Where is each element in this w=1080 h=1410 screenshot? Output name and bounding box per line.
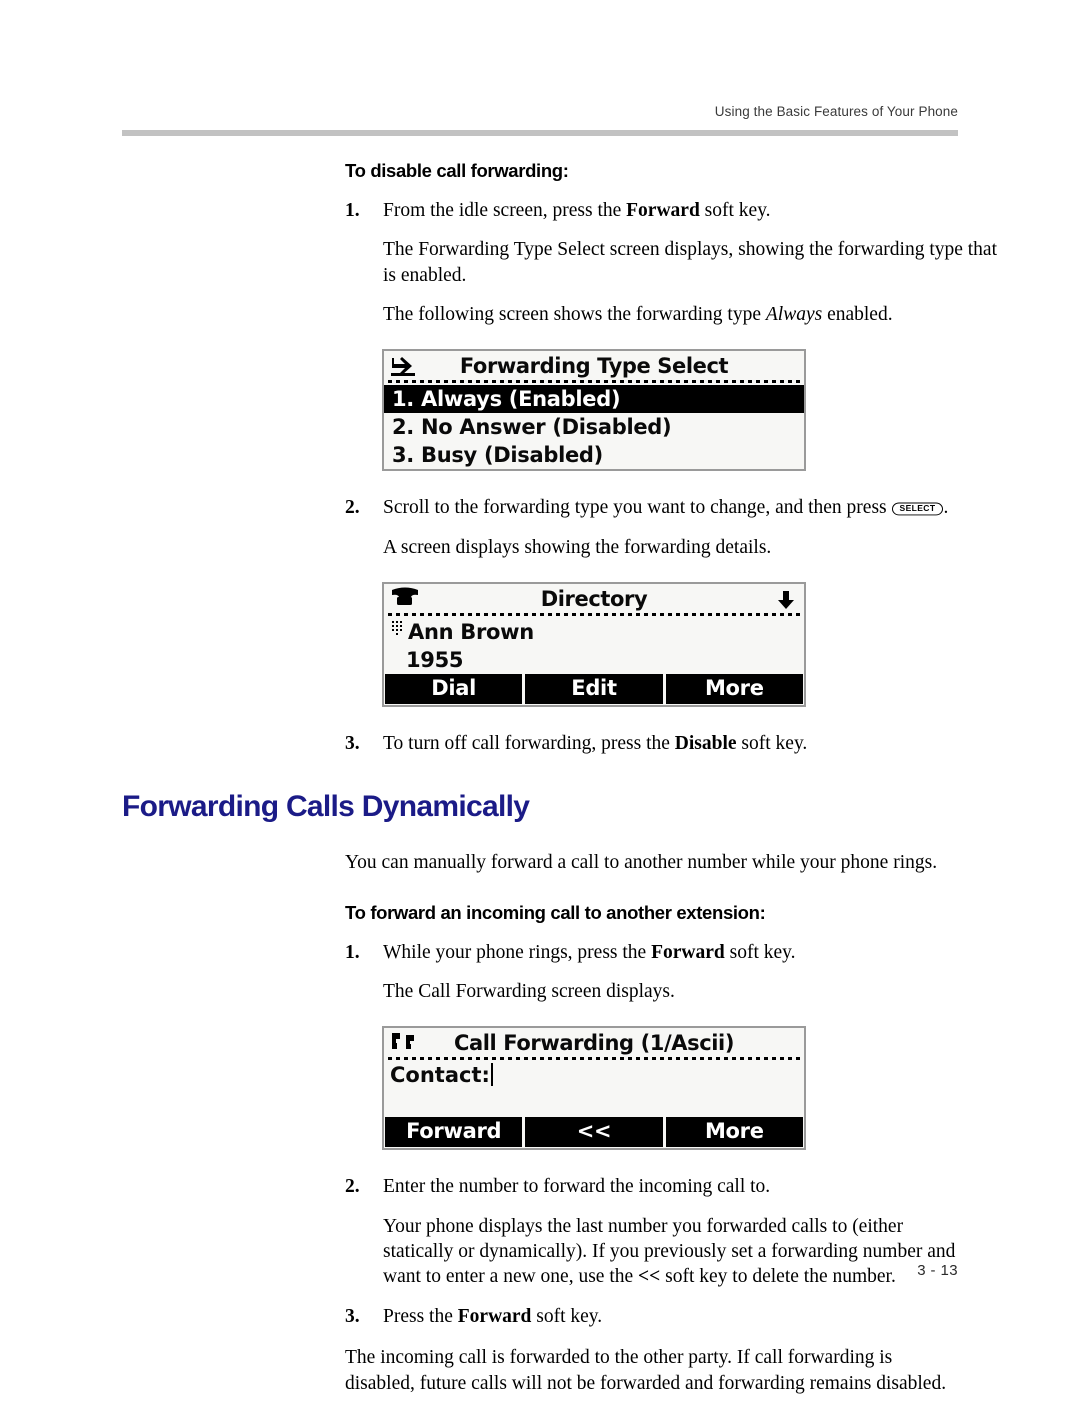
step-text-bold: Disable: [674, 733, 737, 755]
softkey-backspace[interactable]: <<: [525, 1117, 663, 1148]
lcd-empty-area: [384, 1087, 804, 1117]
step-item: 3. To turn off call forwarding, press th…: [345, 731, 1080, 756]
lcd-contact-name: Ann Brown: [408, 620, 534, 645]
lcd-divider: [388, 613, 800, 617]
page-content: To disable call forwarding: 1. From the …: [0, 160, 1080, 1410]
lcd-directory-entry: Ann Brown 1955: [384, 616, 804, 674]
section-heading-forward-incoming-call: To forward an incoming call to another e…: [345, 901, 766, 923]
step-text-before: To turn off call forwarding, press the: [383, 733, 675, 755]
paragraph: A screen displays showing the forwarding…: [383, 536, 772, 558]
paragraph: The incoming call is forwarded to the ot…: [345, 1347, 947, 1394]
step-number: 1.: [345, 200, 360, 221]
step-item: 2. Scroll to the forwarding type you wan…: [345, 495, 1080, 520]
step-text-before: While your phone rings, press the: [383, 941, 652, 963]
keypad-icon: [392, 621, 402, 636]
step-text-before: From the idle screen, press the: [383, 200, 627, 221]
step-text-bold: Forward: [457, 1305, 532, 1327]
select-hardkey-icon: SELECT: [891, 502, 944, 516]
lcd-list-item[interactable]: 3. Busy (Disabled): [384, 441, 804, 469]
step-text-after: soft key.: [531, 1305, 603, 1327]
step-text-before: Scroll to the forwarding type you want t…: [383, 497, 892, 519]
running-header: Using the Basic Features of Your Phone: [122, 104, 958, 119]
arrow-down-icon[interactable]: [776, 589, 796, 611]
lcd-softkey-bar: Forward << More: [384, 1117, 804, 1148]
step-text-after: soft key.: [736, 733, 808, 755]
page-number: 3 - 13: [917, 1262, 958, 1279]
paragraph: The Call Forwarding screen displays.: [383, 981, 675, 1003]
step-item: 1. While your phone rings, press the For…: [345, 940, 1080, 965]
step-item: 1. From the idle screen, press the Forwa…: [345, 198, 1080, 223]
step-number: 2.: [345, 1176, 360, 1198]
section-heading-disable-call-forwarding: To disable call forwarding:: [345, 160, 569, 181]
softkey-edit[interactable]: Edit: [525, 674, 663, 705]
lcd-title-bar: Forwarding Type Select: [384, 351, 804, 384]
softkey-more[interactable]: More: [665, 1117, 803, 1148]
lcd-title: Forwarding Type Select: [459, 354, 729, 379]
step-text: Enter the number to forward the incoming…: [383, 1176, 771, 1198]
step-item: 3. Press the Forward soft key.: [345, 1304, 1080, 1329]
lcd-softkey-bar: Dial Edit More: [384, 674, 804, 705]
step-number: 3.: [345, 733, 360, 755]
lcd-title-bar: Directory: [384, 584, 804, 617]
running-header-text: Using the Basic Features of Your Phone: [714, 104, 958, 119]
lcd-form: Contact:: [384, 1060, 804, 1117]
lcd-screen-forwarding-type-select: Forwarding Type Select 1. Always (Enable…: [382, 349, 806, 472]
lcd-screen-directory: Directory Ann Brown 1955 Dial Edit More: [382, 582, 806, 708]
page-title-forwarding-calls-dynamically: Forwarding Calls Dynamically: [122, 790, 530, 824]
softkey-dial[interactable]: Dial: [385, 674, 523, 705]
softkey-more[interactable]: More: [665, 674, 803, 705]
lcd-list-item[interactable]: 2. No Answer (Disabled): [384, 413, 804, 441]
lcd-list: 1. Always (Enabled) 2. No Answer (Disabl…: [384, 383, 804, 469]
lcd-list-item[interactable]: 1. Always (Enabled): [384, 385, 804, 414]
paragraph: The following screen shows the forwardin…: [383, 302, 999, 327]
text-cursor: [490, 1063, 493, 1087]
lcd-contact-name-row[interactable]: Ann Brown: [384, 618, 804, 646]
lcd-title-bar: Call Forwarding (1/Ascii): [384, 1028, 804, 1061]
paragraph-text-italic: Always: [765, 304, 823, 326]
step-text-before: Press the: [383, 1305, 458, 1327]
paragraph-text-bold: <<: [638, 1266, 661, 1288]
softkey-forward[interactable]: Forward: [385, 1117, 523, 1148]
paragraph-text-before: The following screen shows the forwardin…: [383, 304, 766, 326]
lcd-screen-call-forwarding: Call Forwarding (1/Ascii) Contact: Forwa…: [382, 1026, 806, 1151]
lcd-title: Call Forwarding (1/Ascii): [453, 1031, 735, 1056]
step-item: 2. Enter the number to forward the incom…: [345, 1174, 1080, 1199]
header-rule: [122, 130, 958, 136]
step-text-bold: Forward: [651, 941, 725, 963]
lcd-title: Directory: [540, 587, 648, 612]
paragraph-text-after: enabled.: [822, 304, 893, 326]
step-text-after: soft key.: [699, 200, 771, 221]
paragraph: You can manually forward a call to anoth…: [345, 852, 938, 874]
lcd-divider: [388, 380, 800, 384]
lcd-contact-field-label: Contact:: [390, 1063, 490, 1088]
step-number: 1.: [345, 941, 360, 963]
step-number: 3.: [345, 1305, 360, 1327]
step-text-after: soft key.: [724, 941, 796, 963]
lcd-divider: [388, 1057, 800, 1061]
step-text-bold: Forward: [626, 200, 700, 221]
step-text-after: .: [943, 497, 949, 519]
lcd-contact-field[interactable]: Contact:: [384, 1062, 804, 1087]
paragraph: The Forwarding Type Select screen displa…: [383, 239, 998, 286]
step-number: 2.: [345, 497, 360, 519]
lcd-contact-number: 1955: [406, 648, 464, 673]
